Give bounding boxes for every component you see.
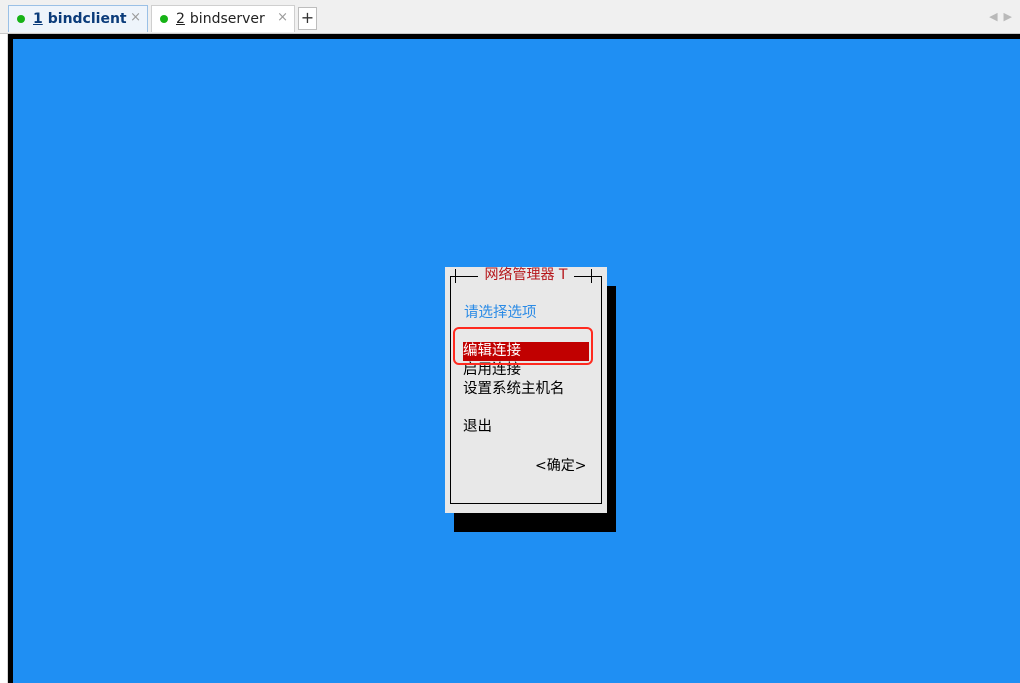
tab-scroll-arrows-icon[interactable]: ◀▶ xyxy=(989,10,1018,23)
network-manager-dialog: 网络管理器 T 请选择选项 编辑连接 启用连接 设置系统主机名 退出 <确定> xyxy=(445,267,607,513)
new-tab-button[interactable]: + xyxy=(298,7,317,30)
dialog-title: 网络管理器 T xyxy=(445,267,607,284)
tab-bar: 1 bindclient × 2 bindserver × + ◀▶ xyxy=(0,0,1020,34)
tab-number: 2 xyxy=(176,11,185,27)
tab-bindclient[interactable]: 1 bindclient × xyxy=(8,5,148,32)
session-connected-icon xyxy=(17,15,25,23)
dialog-prompt: 请选择选项 xyxy=(464,305,537,321)
session-connected-icon xyxy=(160,15,168,23)
close-icon[interactable]: × xyxy=(130,10,141,25)
left-gutter xyxy=(0,34,8,683)
tab-label: bindserver xyxy=(189,11,265,27)
menu-item-quit[interactable]: 退出 xyxy=(463,418,589,437)
tab-label: bindclient xyxy=(47,11,127,27)
menu-item-set-hostname[interactable]: 设置系统主机名 xyxy=(463,380,589,399)
tab-bindserver[interactable]: 2 bindserver × xyxy=(151,5,295,32)
highlight-annotation xyxy=(453,327,593,365)
tab-number: 1 xyxy=(33,11,43,27)
close-icon[interactable]: × xyxy=(277,10,288,25)
ok-button[interactable]: <确定> xyxy=(535,457,586,476)
